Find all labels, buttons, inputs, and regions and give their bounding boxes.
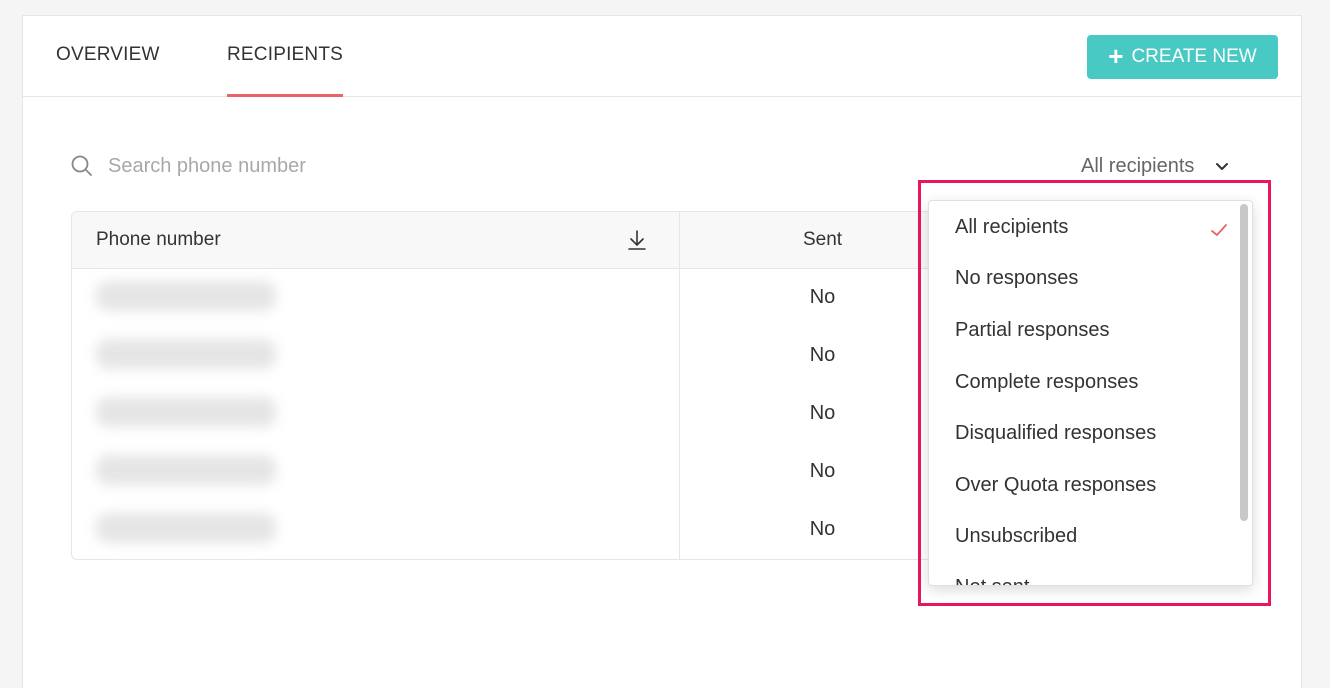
table-row: No bbox=[72, 269, 970, 327]
check-icon bbox=[1211, 224, 1227, 236]
table-row: No bbox=[72, 327, 970, 385]
dropdown-option-all-recipients[interactable]: All recipients bbox=[955, 216, 1068, 239]
table-header: Phone number Sent bbox=[72, 212, 970, 269]
active-tab-indicator bbox=[227, 94, 343, 97]
create-new-label: CREATE NEW bbox=[1131, 46, 1257, 67]
tab-recipients[interactable]: RECIPIENTS bbox=[227, 44, 343, 66]
recipient-filter-dropdown: All recipients No responses Partial resp… bbox=[928, 200, 1253, 586]
dropdown-option-no-responses[interactable]: No responses bbox=[955, 267, 1078, 290]
dropdown-option-disqualified-responses[interactable]: Disqualified responses bbox=[955, 422, 1156, 445]
recipients-table: Phone number Sent No No No No No bbox=[71, 211, 971, 560]
dropdown-option-over-quota-responses[interactable]: Over Quota responses bbox=[955, 474, 1156, 497]
dropdown-option-not-sent[interactable]: Not sent bbox=[955, 576, 1029, 585]
plus-icon: + bbox=[1108, 41, 1124, 71]
dropdown-option-unsubscribed[interactable]: Unsubscribed bbox=[955, 525, 1077, 548]
tab-overview[interactable]: OVERVIEW bbox=[56, 44, 160, 66]
download-icon[interactable] bbox=[625, 228, 649, 252]
table-row: No bbox=[72, 443, 970, 501]
phone-number-redacted bbox=[96, 281, 276, 311]
create-new-button[interactable]: + CREATE NEW bbox=[1087, 35, 1278, 79]
column-header-phone: Phone number bbox=[96, 229, 221, 250]
phone-number-redacted bbox=[96, 339, 276, 369]
phone-number-redacted bbox=[96, 513, 276, 543]
dropdown-scrollbar[interactable] bbox=[1240, 204, 1248, 521]
filter-selected-label: All recipients bbox=[1081, 154, 1195, 177]
phone-number-redacted bbox=[96, 397, 276, 427]
dropdown-option-complete-responses[interactable]: Complete responses bbox=[955, 371, 1138, 394]
table-row: No bbox=[72, 385, 970, 443]
tab-bar: OVERVIEW RECIPIENTS + CREATE NEW bbox=[23, 16, 1301, 97]
phone-number-redacted bbox=[96, 455, 276, 485]
search-icon bbox=[71, 155, 92, 176]
search-input[interactable] bbox=[108, 154, 378, 178]
table-row: No bbox=[72, 501, 970, 559]
dropdown-option-partial-responses[interactable]: Partial responses bbox=[955, 319, 1110, 342]
search-bar bbox=[70, 151, 390, 181]
chevron-down-icon bbox=[1216, 163, 1229, 170]
recipient-filter-select[interactable]: All recipients bbox=[1081, 151, 1230, 181]
